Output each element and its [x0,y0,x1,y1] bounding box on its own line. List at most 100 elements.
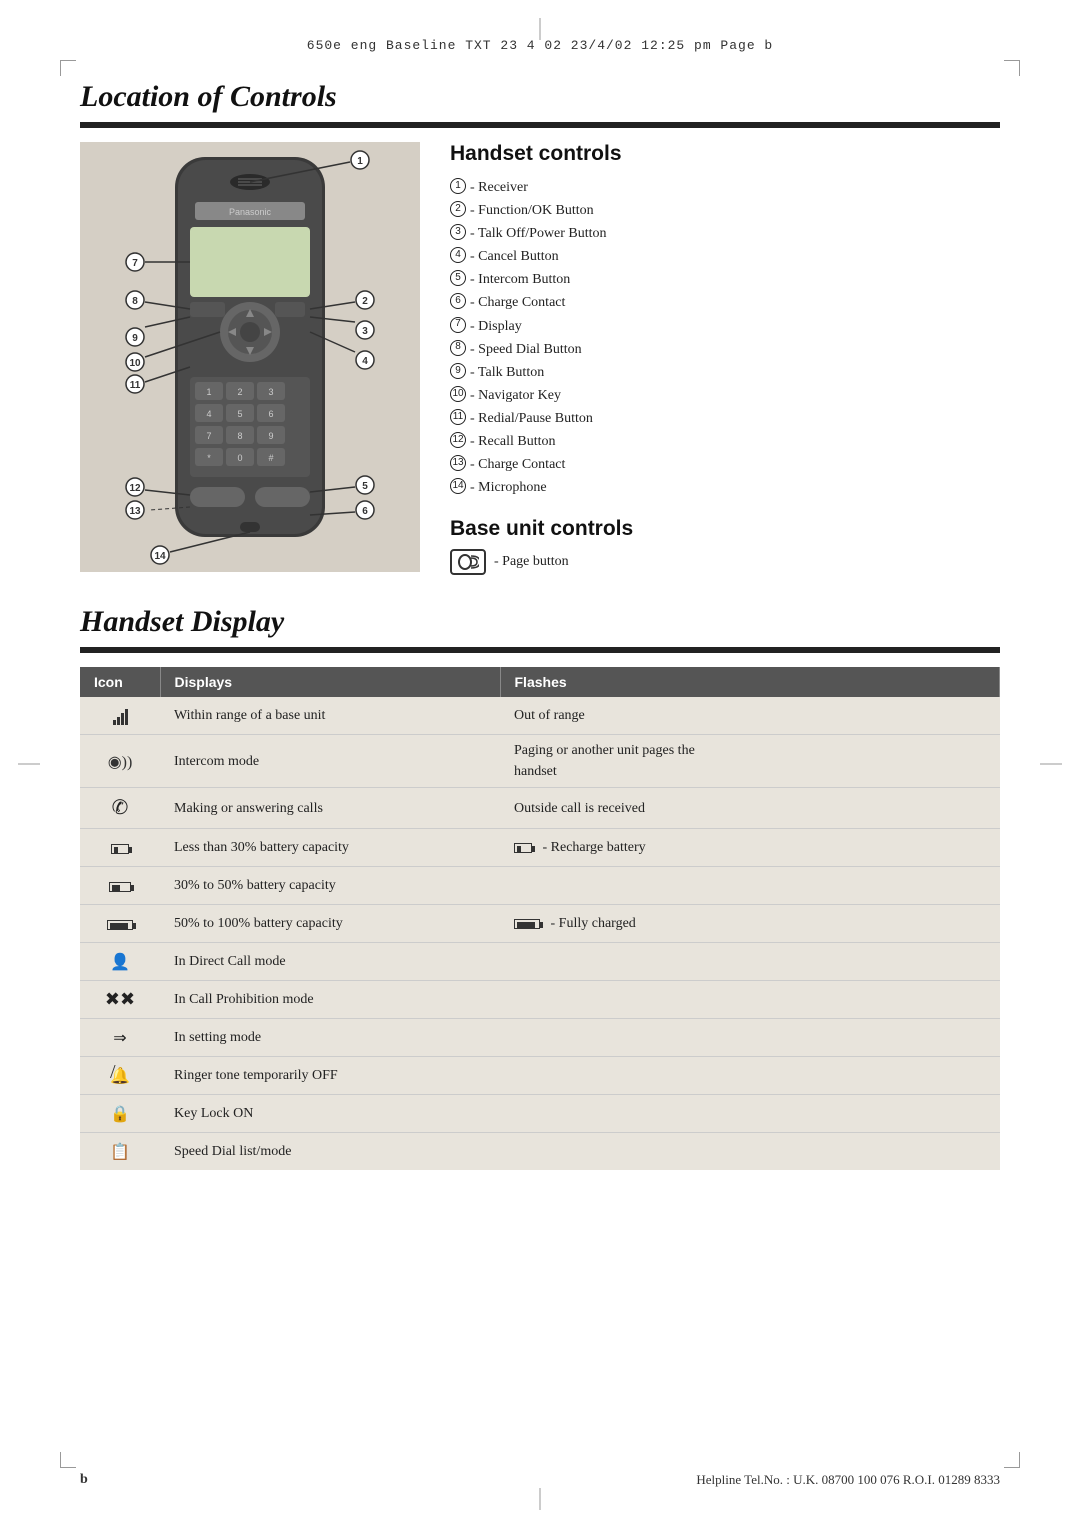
svg-text:14: 14 [154,551,166,562]
control-item-12: 12 - Recall Button [450,430,1000,453]
flashes-cell-phone: Outside call is received [500,788,1000,829]
svg-text:7: 7 [206,431,211,441]
signal-bars-icon [113,709,128,725]
svg-text:1: 1 [357,156,363,167]
battery-1-icon [111,844,129,854]
flashes-cell-lock [500,1095,1000,1133]
svg-text:#: # [268,453,273,463]
display-table-wrap: Icon Displays Flashes [80,667,1000,1170]
display-cell-batt1: Less than 30% battery capacity [160,829,500,867]
display-table-body: Within range of a base unit Out of range… [80,697,1000,1170]
col-displays-header: Displays [160,667,500,697]
table-row: 30% to 50% battery capacity [80,867,1000,905]
battery-2-icon [109,882,131,892]
svg-text:7: 7 [132,258,138,269]
controls-panel: Handset controls 1 - Receiver 2 - Functi… [450,142,1000,575]
svg-text:*: * [207,453,211,463]
icon-cell-phone: ✆ [80,788,160,829]
control-num-3: 3 [450,224,466,240]
display-cell-signal: Within range of a base unit [160,697,500,735]
footer-page-num: b [80,1472,88,1488]
person-icon: 👤 [110,954,130,971]
display-cell-person: In Direct Call mode [160,943,500,981]
svg-text:12: 12 [129,483,141,494]
svg-text:Panasonic: Panasonic [229,207,272,217]
arrow-right-icon: ⇒ [113,1030,126,1047]
batt1-flash-icon [514,843,532,853]
icon-cell-batt3 [80,905,160,943]
handset-display-section: Handset Display Icon Displays Flashes [80,605,1000,1170]
svg-text:3: 3 [268,387,273,397]
svg-text:2: 2 [362,296,368,307]
control-item-4: 4 - Cancel Button [450,245,1000,268]
svg-text:6: 6 [362,506,368,517]
flashes-cell-belloff [500,1057,1000,1095]
page-btn-icon [450,549,486,575]
display-table-header-row: Icon Displays Flashes [80,667,1000,697]
icon-cell-batt2 [80,867,160,905]
icon-cell-signal [80,697,160,735]
batt1-recharge-label: - Recharge battery [514,840,646,855]
display-table: Icon Displays Flashes [80,667,1000,1170]
icon-cell-belloff: 🔔/ [80,1057,160,1095]
svg-text:1: 1 [206,387,211,397]
flashes-cell-prohibit [500,981,1000,1019]
table-row: Within range of a base unit Out of range [80,697,1000,735]
table-row: ✆ Making or answering calls Outside call… [80,788,1000,829]
svg-text:10: 10 [129,358,141,369]
crop-mark-left [18,764,40,765]
prohibition-icon: ✖✖ [105,989,135,1009]
reg-mark-bl [60,1452,76,1468]
display-cell-batt3: 50% to 100% battery capacity [160,905,500,943]
control-num-14: 14 [450,478,466,494]
page-btn-label: - Page button [494,554,569,570]
display-cell-prohibit: In Call Prohibition mode [160,981,500,1019]
icon-cell-person: 👤 [80,943,160,981]
display-cell-belloff: Ringer tone temporarily OFF [160,1057,500,1095]
icon-cell-prohibit: ✖✖ [80,981,160,1019]
control-num-9: 9 [450,363,466,379]
svg-text:3: 3 [362,326,368,337]
bell-off-icon: 🔔/ [110,1065,130,1089]
intercom-icon: ◉)) [108,754,133,771]
control-item-3: 3 - Talk Off/Power Button [450,222,1000,245]
svg-text:6: 6 [268,409,273,419]
control-item-11: 11 - Redial/Pause Button [450,407,1000,430]
svg-text:4: 4 [362,356,368,367]
display-cell-intercom: Intercom mode [160,735,500,788]
control-item-8: 8 - Speed Dial Button [450,338,1000,361]
control-num-6: 6 [450,293,466,309]
handset-controls-heading: Handset controls [450,142,1000,166]
svg-text:8: 8 [132,296,138,307]
phone-bg: Panasonic [80,142,420,572]
svg-text:5: 5 [362,481,368,492]
flashes-cell-batt3: - Fully charged [500,905,1000,943]
control-item-6: 6 - Charge Contact [450,291,1000,314]
display-section-rule [80,647,1000,653]
control-num-5: 5 [450,270,466,286]
reg-mark-br [1004,1452,1020,1468]
table-row: 50% to 100% battery capacity - Fully cha… [80,905,1000,943]
table-row: 👤 In Direct Call mode [80,943,1000,981]
table-row: ✖✖ In Call Prohibition mode [80,981,1000,1019]
control-num-12: 12 [450,432,466,448]
table-row: 📋 Speed Dial list/mode [80,1133,1000,1171]
control-num-8: 8 [450,340,466,356]
battery-3-icon [107,920,133,930]
table-row: 🔒 Key Lock ON [80,1095,1000,1133]
page-content: Location of Controls Panason [80,80,1000,1448]
table-row: ⇒ In setting mode [80,1019,1000,1057]
phone-diagram-svg: Panasonic [90,147,410,567]
page-btn-svg [457,553,479,571]
location-of-controls-section: Location of Controls Panason [80,80,1000,575]
control-item-1: 1 - Receiver [450,176,1000,199]
flashes-cell-book [500,1133,1000,1171]
col-icon-header: Icon [80,667,160,697]
control-num-4: 4 [450,247,466,263]
display-table-head: Icon Displays Flashes [80,667,1000,697]
flashes-cell-batt2 [500,867,1000,905]
header-text: 650e eng Baseline TXT 23 4 02 23/4/02 12… [307,38,773,53]
flashes-cell-signal: Out of range [500,697,1000,735]
icon-cell-batt1 [80,829,160,867]
control-num-7: 7 [450,317,466,333]
